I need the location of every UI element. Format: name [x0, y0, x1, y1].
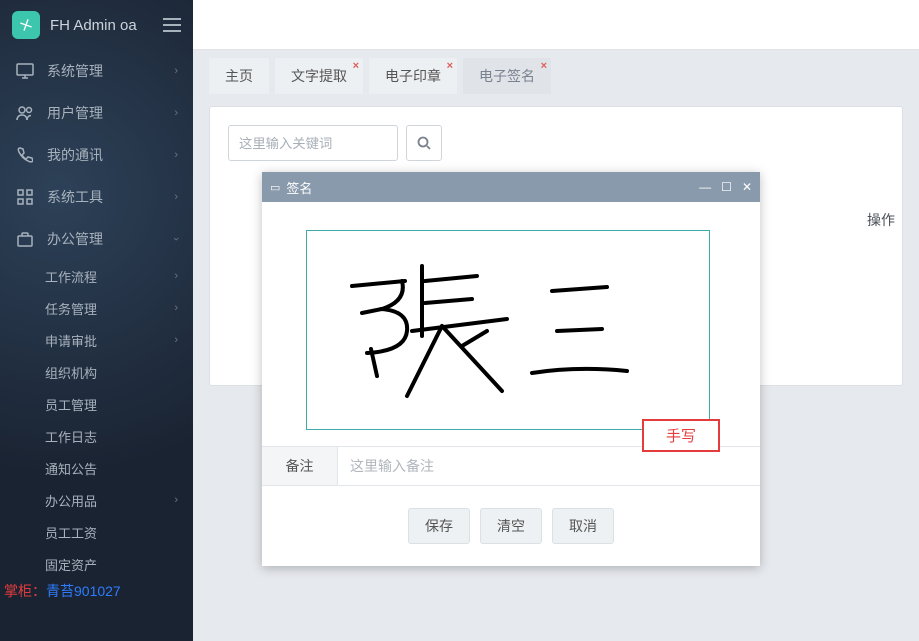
app-logo — [12, 11, 40, 39]
minimize-button[interactable]: — — [699, 180, 711, 194]
handwrite-label: 手写 — [642, 419, 720, 452]
save-button[interactable]: 保存 — [408, 508, 470, 544]
chevron-right-icon: › — [174, 270, 178, 282]
remark-row: 备注 — [262, 446, 760, 486]
nav-sub-items: 工作流程› 任务管理› 申请审批› 组织机构 员工管理 工作日志 通知公告 办公… — [0, 260, 193, 580]
chevron-right-icon: › — [174, 302, 178, 314]
sidebar-header: FH Admin oa — [0, 0, 193, 50]
sub-workflow[interactable]: 工作流程› — [30, 260, 193, 292]
clear-button[interactable]: 清空 — [480, 508, 542, 544]
search-icon — [417, 136, 431, 150]
dialog-buttons: 保存 清空 取消 — [262, 486, 760, 566]
nav-label: 我的通讯 — [47, 145, 174, 165]
sub-notice[interactable]: 通知公告 — [30, 452, 193, 484]
signature-canvas[interactable] — [306, 230, 710, 430]
phone-icon — [15, 147, 35, 163]
chevron-down-icon: › — [170, 237, 182, 241]
search-row — [228, 125, 884, 161]
tab-seal[interactable]: 电子印章× — [369, 58, 457, 94]
ops-column-header: 操作 — [867, 210, 895, 230]
sub-salary[interactable]: 员工工资 — [30, 516, 193, 548]
sub-supplies[interactable]: 办公用品› — [30, 484, 193, 516]
sub-approval[interactable]: 申请审批› — [30, 324, 193, 356]
tab-text-extract[interactable]: 文字提取× — [275, 58, 363, 94]
chevron-right-icon: › — [174, 65, 178, 77]
sub-assets[interactable]: 固定资产 — [30, 548, 193, 580]
cancel-button[interactable]: 取消 — [552, 508, 614, 544]
chevron-right-icon: › — [174, 107, 178, 119]
signature-dialog: ▭ 签名 — ☐ ✕ — [262, 172, 760, 566]
chevron-right-icon: › — [174, 494, 178, 506]
chevron-right-icon: › — [174, 149, 178, 161]
chevron-right-icon: › — [174, 334, 178, 346]
close-button[interactable]: ✕ — [742, 180, 752, 194]
sub-worklog[interactable]: 工作日志 — [30, 420, 193, 452]
menu-toggle-icon[interactable] — [163, 18, 181, 32]
dialog-header[interactable]: ▭ 签名 — ☐ ✕ — [262, 172, 760, 202]
nav-system-tools[interactable]: 系统工具 › — [0, 176, 193, 218]
tabs-row: 主页 文字提取× 电子印章× 电子签名× — [193, 50, 919, 94]
app-title: FH Admin oa — [50, 17, 163, 34]
nav-label: 办公管理 — [47, 229, 174, 249]
search-input[interactable] — [228, 125, 398, 161]
nav-label: 系统管理 — [47, 61, 174, 81]
search-button[interactable] — [406, 125, 442, 161]
topbar — [193, 0, 919, 50]
grid-icon — [15, 189, 35, 205]
sub-employee[interactable]: 员工管理 — [30, 388, 193, 420]
briefcase-icon — [15, 231, 35, 247]
dialog-title: 签名 — [286, 178, 699, 197]
monitor-icon — [15, 63, 35, 79]
tab-home[interactable]: 主页 — [209, 58, 269, 94]
nav-label: 用户管理 — [47, 103, 174, 123]
close-icon[interactable]: × — [447, 60, 453, 72]
tab-signature[interactable]: 电子签名× — [463, 58, 551, 94]
sidebar: FH Admin oa 系统管理 › 用户管理 › 我的通讯 › 系统工具 › … — [0, 0, 193, 641]
close-icon[interactable]: × — [353, 60, 359, 72]
window-icon: ▭ — [270, 181, 280, 194]
users-icon — [15, 105, 35, 121]
nav-communication[interactable]: 我的通讯 › — [0, 134, 193, 176]
nav-user-manage[interactable]: 用户管理 › — [0, 92, 193, 134]
nav-system-manage[interactable]: 系统管理 › — [0, 50, 193, 92]
nav-office-manage[interactable]: 办公管理 › — [0, 218, 193, 260]
chevron-right-icon: › — [174, 191, 178, 203]
close-icon[interactable]: × — [541, 60, 547, 72]
sub-task[interactable]: 任务管理› — [30, 292, 193, 324]
sidebar-footer: 掌柜：青苔901027 — [0, 581, 125, 601]
nav-label: 系统工具 — [47, 187, 174, 207]
maximize-button[interactable]: ☐ — [721, 180, 732, 194]
handwriting-svg — [307, 231, 711, 431]
remark-input[interactable] — [338, 447, 760, 485]
remark-label: 备注 — [262, 447, 338, 485]
canvas-area: 手写 — [262, 202, 760, 446]
sub-org[interactable]: 组织机构 — [30, 356, 193, 388]
